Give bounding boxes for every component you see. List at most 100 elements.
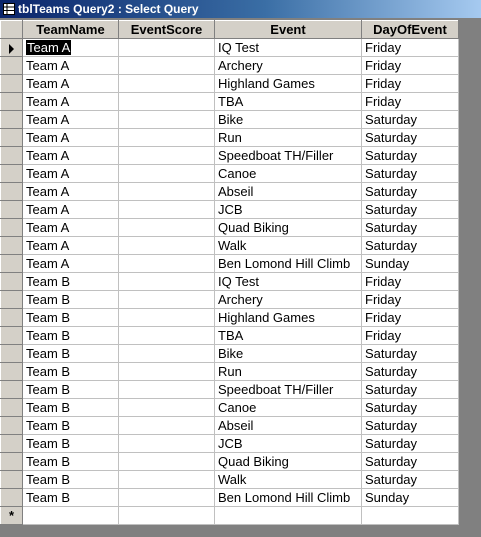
record-selector[interactable] <box>0 146 23 165</box>
table-row[interactable]: Team A TBA Friday <box>0 92 459 111</box>
cell-eventscore[interactable] <box>118 290 215 309</box>
record-selector[interactable] <box>0 308 23 327</box>
record-selector[interactable] <box>0 416 23 435</box>
cell-event[interactable]: TBA <box>214 326 362 345</box>
cell-eventscore[interactable] <box>118 434 215 453</box>
table-row[interactable]: Team B TBA Friday <box>0 326 459 345</box>
cell-eventscore[interactable] <box>118 38 215 57</box>
cell-dayofevent[interactable]: Saturday <box>361 362 459 381</box>
record-selector[interactable] <box>0 92 23 111</box>
select-all-corner[interactable] <box>0 20 23 39</box>
cell-teamname[interactable]: Team A <box>22 38 119 57</box>
cell-event[interactable]: Ben Lomond Hill Climb <box>214 488 362 507</box>
cell-teamname[interactable]: Team B <box>22 488 119 507</box>
cell-teamname[interactable]: Team A <box>22 110 119 129</box>
cell-event[interactable]: Speedboat TH/Filler <box>214 146 362 165</box>
record-selector[interactable] <box>0 236 23 255</box>
cell-dayofevent[interactable]: Saturday <box>361 200 459 219</box>
new-record-cell[interactable] <box>214 506 362 525</box>
cell-eventscore[interactable] <box>118 416 215 435</box>
record-selector[interactable] <box>0 362 23 381</box>
table-row[interactable]: Team B Abseil Saturday <box>0 416 459 435</box>
record-selector[interactable] <box>0 488 23 507</box>
cell-eventscore[interactable] <box>118 56 215 75</box>
cell-dayofevent[interactable]: Sunday <box>361 488 459 507</box>
cell-dayofevent[interactable]: Saturday <box>361 452 459 471</box>
cell-teamname[interactable]: Team B <box>22 326 119 345</box>
table-row[interactable]: Team A JCB Saturday <box>0 200 459 219</box>
table-row[interactable]: Team A Archery Friday <box>0 56 459 75</box>
table-row[interactable]: Team B Archery Friday <box>0 290 459 309</box>
cell-eventscore[interactable] <box>118 308 215 327</box>
record-selector[interactable] <box>0 74 23 93</box>
cell-dayofevent[interactable]: Saturday <box>361 416 459 435</box>
cell-eventscore[interactable] <box>118 344 215 363</box>
cell-event[interactable]: Bike <box>214 110 362 129</box>
cell-dayofevent[interactable]: Saturday <box>361 434 459 453</box>
cell-eventscore[interactable] <box>118 164 215 183</box>
cell-event[interactable]: Walk <box>214 470 362 489</box>
cell-teamname[interactable]: Team B <box>22 344 119 363</box>
record-selector[interactable] <box>0 200 23 219</box>
title-bar[interactable]: tblTeams Query2 : Select Query <box>0 0 481 18</box>
cell-event[interactable]: JCB <box>214 434 362 453</box>
cell-event[interactable]: Canoe <box>214 398 362 417</box>
cell-teamname[interactable]: Team B <box>22 290 119 309</box>
cell-teamname[interactable]: Team B <box>22 470 119 489</box>
cell-event[interactable]: Archery <box>214 56 362 75</box>
cell-eventscore[interactable] <box>118 326 215 345</box>
cell-dayofevent[interactable]: Saturday <box>361 344 459 363</box>
record-selector[interactable] <box>0 164 23 183</box>
cell-eventscore[interactable] <box>118 470 215 489</box>
cell-eventscore[interactable] <box>118 110 215 129</box>
cell-eventscore[interactable] <box>118 488 215 507</box>
cell-event[interactable]: TBA <box>214 92 362 111</box>
table-row[interactable]: Team A Run Saturday <box>0 128 459 147</box>
cell-teamname[interactable]: Team A <box>22 236 119 255</box>
table-row[interactable]: Team B Speedboat TH/Filler Saturday <box>0 380 459 399</box>
cell-dayofevent[interactable]: Friday <box>361 74 459 93</box>
table-row[interactable]: Team B IQ Test Friday <box>0 272 459 291</box>
cell-dayofevent[interactable]: Saturday <box>361 182 459 201</box>
cell-teamname[interactable]: Team B <box>22 362 119 381</box>
cell-dayofevent[interactable]: Friday <box>361 290 459 309</box>
record-selector[interactable] <box>0 56 23 75</box>
cell-dayofevent[interactable]: Saturday <box>361 380 459 399</box>
cell-event[interactable]: Quad Biking <box>214 452 362 471</box>
cell-event[interactable]: Walk <box>214 236 362 255</box>
cell-eventscore[interactable] <box>118 200 215 219</box>
cell-teamname[interactable]: Team A <box>22 254 119 273</box>
cell-dayofevent[interactable]: Friday <box>361 308 459 327</box>
record-selector[interactable] <box>0 218 23 237</box>
cell-teamname[interactable]: Team A <box>22 182 119 201</box>
table-row[interactable]: Team B Bike Saturday <box>0 344 459 363</box>
cell-event[interactable]: IQ Test <box>214 38 362 57</box>
cell-eventscore[interactable] <box>118 254 215 273</box>
cell-eventscore[interactable] <box>118 380 215 399</box>
cell-event[interactable]: Abseil <box>214 416 362 435</box>
column-header-eventscore[interactable]: EventScore <box>118 20 215 39</box>
cell-event[interactable]: Abseil <box>214 182 362 201</box>
cell-event[interactable]: IQ Test <box>214 272 362 291</box>
table-row[interactable]: Team B Walk Saturday <box>0 470 459 489</box>
cell-event[interactable]: Run <box>214 362 362 381</box>
cell-teamname[interactable]: Team B <box>22 272 119 291</box>
new-record-cell[interactable] <box>22 506 119 525</box>
cell-dayofevent[interactable]: Saturday <box>361 110 459 129</box>
cell-teamname[interactable]: Team B <box>22 398 119 417</box>
cell-teamname[interactable]: Team B <box>22 434 119 453</box>
cell-eventscore[interactable] <box>118 146 215 165</box>
table-row[interactable]: Team A Speedboat TH/Filler Saturday <box>0 146 459 165</box>
cell-event[interactable]: Highland Games <box>214 74 362 93</box>
table-row[interactable]: Team B JCB Saturday <box>0 434 459 453</box>
cell-eventscore[interactable] <box>118 92 215 111</box>
cell-dayofevent[interactable]: Saturday <box>361 398 459 417</box>
table-row[interactable]: Team B Canoe Saturday <box>0 398 459 417</box>
column-header-dayofevent[interactable]: DayOfEvent <box>361 20 459 39</box>
cell-dayofevent[interactable]: Friday <box>361 92 459 111</box>
cell-teamname[interactable]: Team A <box>22 92 119 111</box>
cell-event[interactable]: Highland Games <box>214 308 362 327</box>
column-header-teamname[interactable]: TeamName <box>22 20 119 39</box>
table-row[interactable]: Team B Ben Lomond Hill Climb Sunday <box>0 488 459 507</box>
table-row[interactable]: Team B Highland Games Friday <box>0 308 459 327</box>
